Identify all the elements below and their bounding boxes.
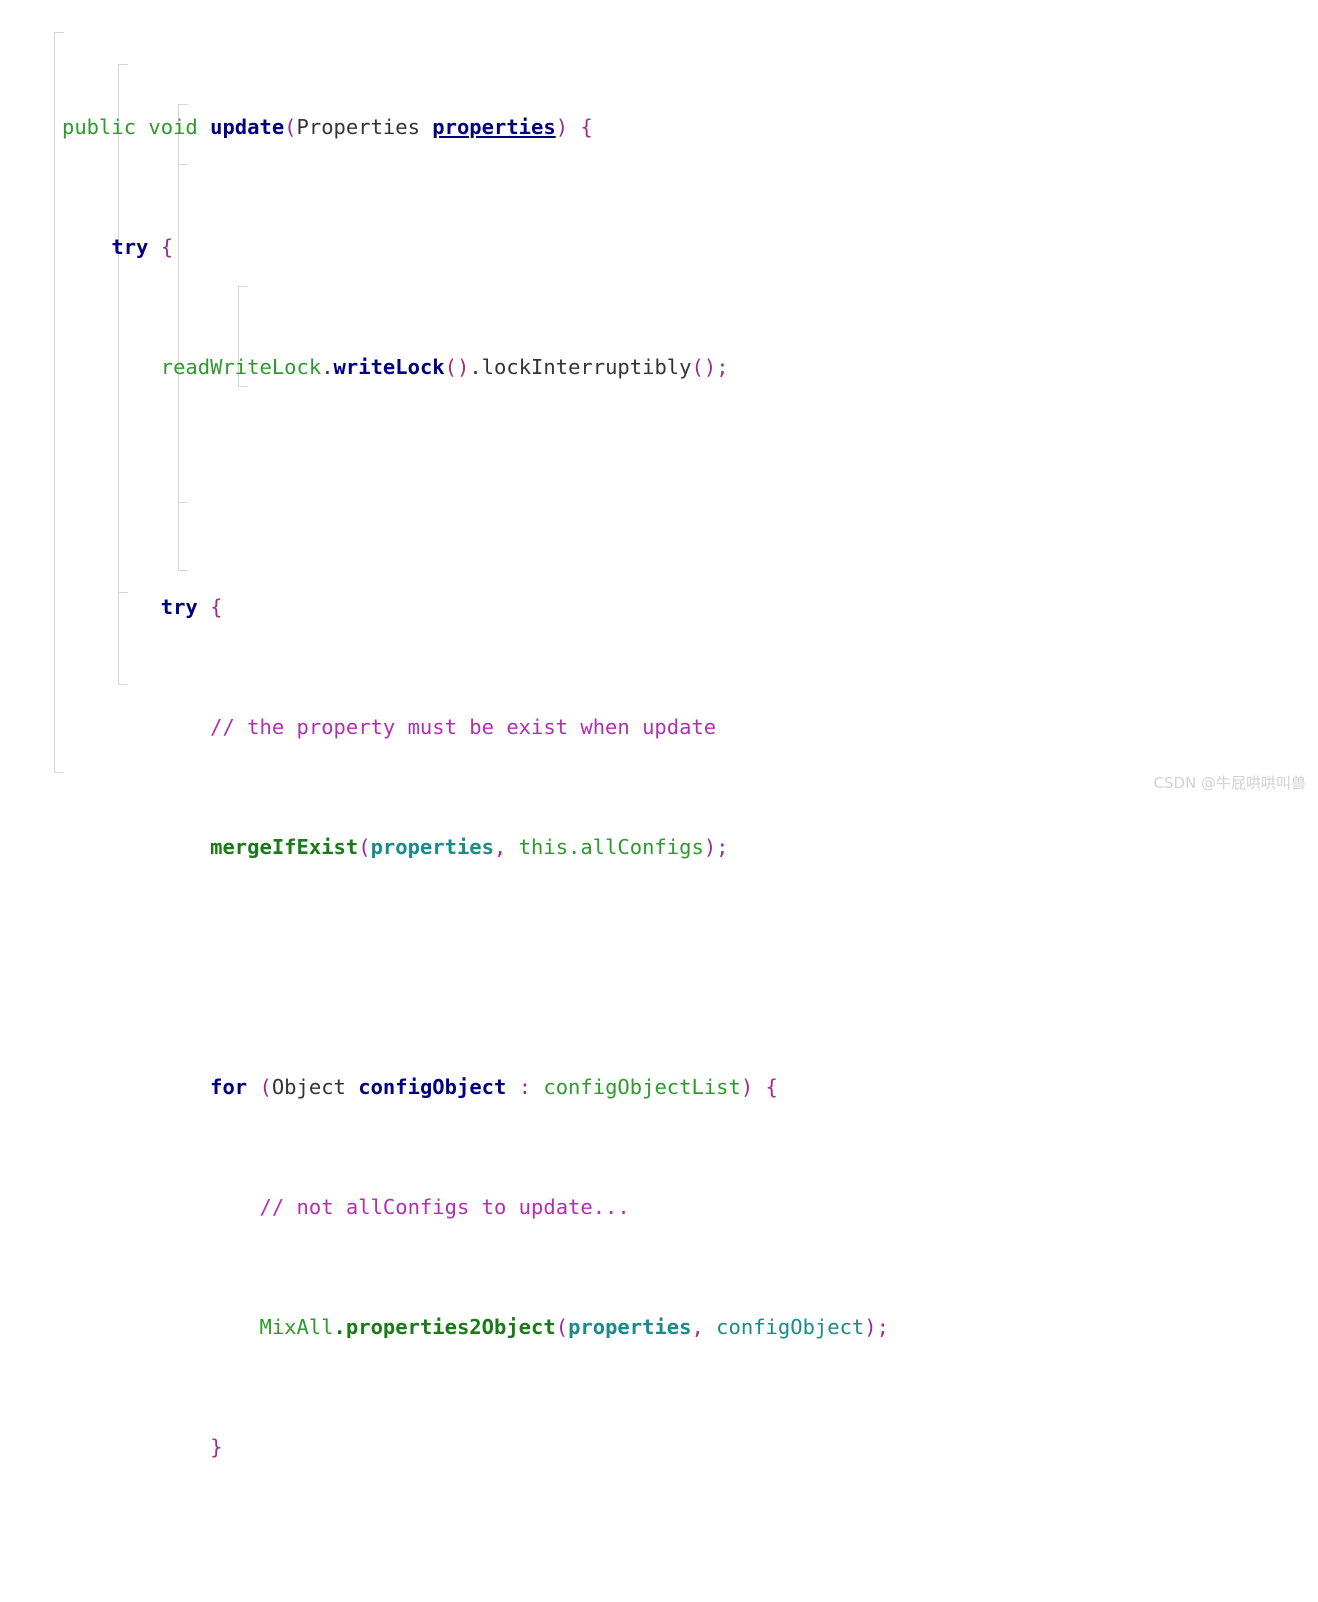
token-iterable: configObjectList xyxy=(543,1075,741,1099)
token-brace: } xyxy=(210,1435,223,1459)
code-editor[interactable]: public void update(Properties properties… xyxy=(0,0,1318,1459)
token-keyword-for: for xyxy=(210,1075,248,1099)
token-method: writeLock xyxy=(333,355,445,379)
token-class: MixAll xyxy=(259,1315,334,1339)
code-content[interactable]: public void update(Properties properties… xyxy=(62,22,889,1602)
code-line-10: // not allConfigs to update... xyxy=(62,1192,889,1222)
token-variable: configObject xyxy=(358,1075,507,1099)
token-paren: ) xyxy=(864,1315,877,1339)
csdn-watermark: CSDN @牛屁哄哄叫兽 xyxy=(1153,774,1306,792)
token-paren: ) xyxy=(555,115,569,139)
token-brace: { xyxy=(210,595,223,619)
token-paren: ( xyxy=(284,115,297,139)
token-method-call: properties2Object xyxy=(345,1315,556,1339)
token-paren: ) xyxy=(740,1075,754,1099)
token-comma: , xyxy=(493,835,507,859)
code-line-2: try { xyxy=(62,232,889,262)
token-brace: { xyxy=(160,235,174,259)
code-line-5: try { xyxy=(62,592,889,622)
token-type: Object xyxy=(271,1075,346,1099)
token-modifier: public void xyxy=(62,115,198,139)
fold-guide-method xyxy=(54,32,55,772)
token-field: readWriteLock xyxy=(160,355,322,379)
token-semicolon: ; xyxy=(716,835,729,859)
token-paren: ( xyxy=(358,835,371,859)
token-paren: ( xyxy=(259,1075,272,1099)
code-line-1: public void update(Properties properties… xyxy=(62,112,889,142)
token-comment: // the property must be exist when updat… xyxy=(210,715,717,739)
token-dot: . xyxy=(321,355,334,379)
token-parameter: properties xyxy=(432,115,556,139)
token-parens: () xyxy=(444,355,470,379)
code-line-6: // the property must be exist when updat… xyxy=(62,712,889,742)
token-argument: properties xyxy=(568,1315,692,1339)
code-line-9: for (Object configObject : configObjectL… xyxy=(62,1072,889,1102)
code-line-12: } xyxy=(62,1432,889,1462)
token-keyword-try: try xyxy=(160,595,198,619)
token-brace: { xyxy=(765,1075,778,1099)
code-line-11: MixAll.properties2Object(properties, con… xyxy=(62,1312,889,1342)
token-method-declaration: update xyxy=(210,115,285,139)
token-method-call: lockInterruptibly xyxy=(481,355,692,379)
token-keyword-try: try xyxy=(111,235,149,259)
token-dot: . xyxy=(333,1315,346,1339)
token-colon: : xyxy=(518,1075,532,1099)
token-paren: ) xyxy=(703,835,717,859)
token-argument: properties xyxy=(370,835,494,859)
token-paren: ( xyxy=(555,1315,569,1339)
token-dot: . xyxy=(469,355,482,379)
token-semicolon: ; xyxy=(876,1315,889,1339)
token-semicolon: ; xyxy=(716,355,729,379)
token-brace: { xyxy=(580,115,593,139)
token-comment: // not allConfigs to update... xyxy=(259,1195,630,1219)
token-argument: configObject xyxy=(716,1315,865,1339)
token-comma: , xyxy=(691,1315,704,1339)
token-type: Properties xyxy=(296,115,420,139)
code-line-3: readWriteLock.writeLock().lockInterrupti… xyxy=(62,352,889,382)
token-field: this.allConfigs xyxy=(518,835,704,859)
token-method-call: mergeIfExist xyxy=(210,835,359,859)
code-line-7: mergeIfExist(properties, this.allConfigs… xyxy=(62,832,889,862)
token-parens: () xyxy=(691,355,717,379)
